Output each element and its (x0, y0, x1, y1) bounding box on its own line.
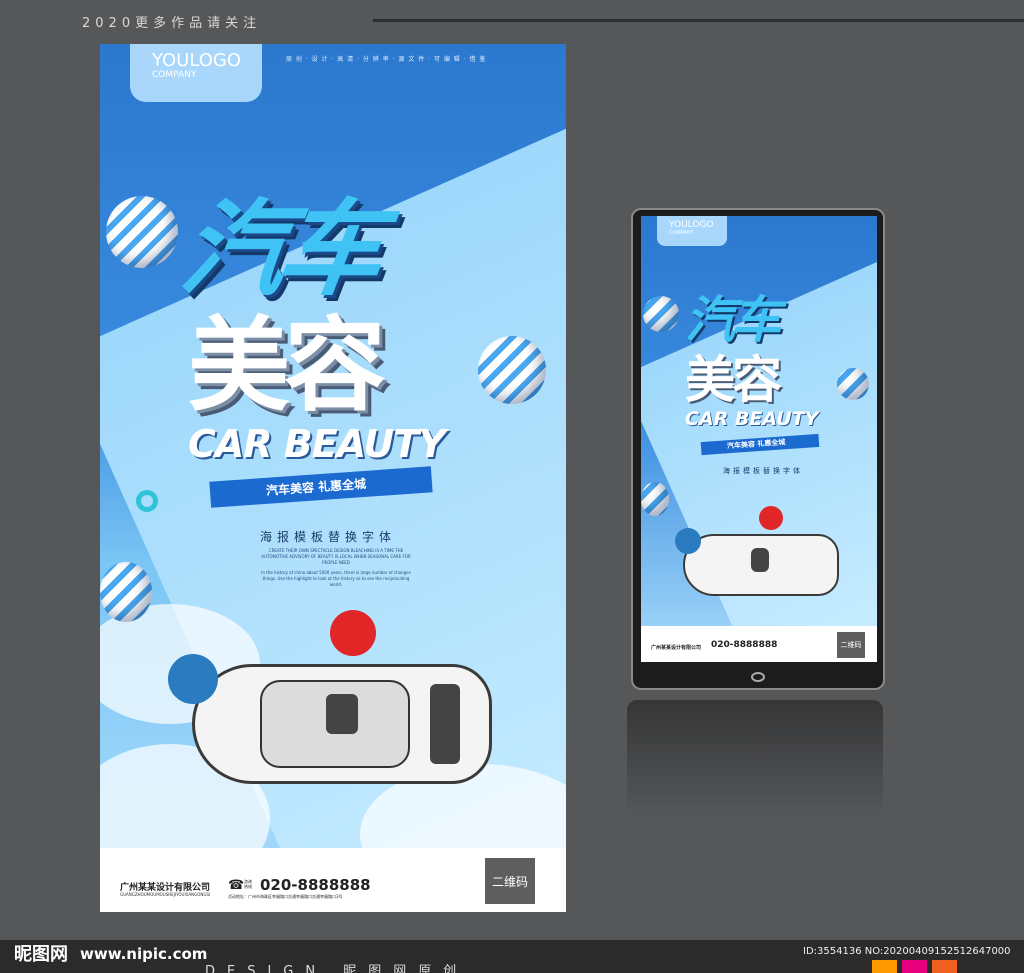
mock-car-sunroof (751, 548, 769, 572)
home-button-icon (751, 672, 765, 682)
header-divider (373, 19, 1024, 22)
poster: YOULOGO COMPANY 原 创 · 设 计 · 高 清 · 分 辨 率 … (100, 44, 566, 912)
mock-ribbon-text: 汽车美容 礼惠全城 (726, 438, 786, 451)
header-text: 2020更多作品请关注 (82, 16, 262, 31)
design-text: DESIGN 昵图网原创 (205, 964, 469, 973)
mock-title-line-2: 美容 (685, 351, 782, 409)
striped-ball (837, 368, 869, 400)
subtitle: 海报模板替换字体 (260, 530, 397, 544)
color-swatch (932, 960, 957, 973)
phone-screen: YOULOGO COMPANY 汽车 美容 CAR BEAUTY 汽车美容 礼惠… (641, 216, 877, 662)
phone-label: 咨询 热线 (244, 879, 252, 889)
small-english-text: CREATE THEIR OWN SPECTACLE DESIGN BLEACH… (261, 548, 411, 565)
striped-ball (641, 482, 669, 516)
site-url: www.nipic.com (80, 945, 208, 963)
worker-figure (168, 654, 218, 704)
worker-figure (759, 506, 783, 530)
phone-number: 020-8888888 (260, 876, 371, 894)
mock-phone-number: 020-8888888 (711, 640, 778, 650)
image-id: ID:3554136 NO:20200409152512647000 (803, 946, 1011, 957)
ribbon-text: 汽车美容 礼惠全城 (265, 476, 367, 498)
mock-logo-text: YOULOGO (669, 220, 714, 230)
poster-footer: 广州某某设计有限公司 GUANGZHOUMOUMOUSHEJIYOUXIANGO… (100, 848, 566, 912)
mock-title-english: CAR BEAUTY (685, 408, 819, 430)
title-line-2: 美容 (188, 307, 386, 426)
qr-code-placeholder: 二维码 (485, 858, 535, 904)
color-swatch (872, 960, 897, 973)
company-name-en: GUANGZHOUMOUMOUSHEJIYOUXIANGONGSI (120, 892, 211, 897)
small-english-text-2: In the history of china about 5000 years… (261, 570, 411, 587)
car-rear-window (430, 684, 460, 764)
worker-figure (675, 528, 701, 554)
worker-figure (330, 610, 376, 656)
logo-text: YOULOGO (152, 50, 242, 71)
title-english: CAR BEAUTY (188, 422, 446, 466)
mock-qr-code: 二维码 (837, 632, 865, 658)
mock-footer: 广州某某设计有限公司 020-8888888 二维码 (641, 626, 877, 662)
logo-subtext: COMPANY (152, 70, 197, 80)
color-swatch (902, 960, 927, 973)
phone-icon: ☎ (228, 878, 245, 893)
phone-reflection (627, 700, 883, 818)
phone-mockup: YOULOGO COMPANY 汽车 美容 CAR BEAUTY 汽车美容 礼惠… (631, 208, 885, 690)
striped-ball (478, 336, 546, 404)
striped-ball (100, 562, 152, 622)
striped-ball (106, 196, 178, 268)
ring-decoration (136, 490, 158, 512)
mock-company-name: 广州某某设计有限公司 (651, 645, 702, 651)
mock-subtitle: 海报模板替换字体 (723, 467, 803, 475)
car-sunroof (326, 694, 358, 734)
top-nav-text: 原 创 · 设 计 · 高 清 · 分 辨 率 · 源 文 件 · 可 编 辑 … (286, 56, 487, 63)
address: 活动地址：广州市海珠区幸福路口交通幸福路口交通幸福路口3号 (228, 894, 343, 899)
mock-logo-subtext: COMPANY (669, 230, 694, 236)
site-logo: 昵图网 (14, 944, 68, 965)
striped-ball (643, 296, 679, 332)
